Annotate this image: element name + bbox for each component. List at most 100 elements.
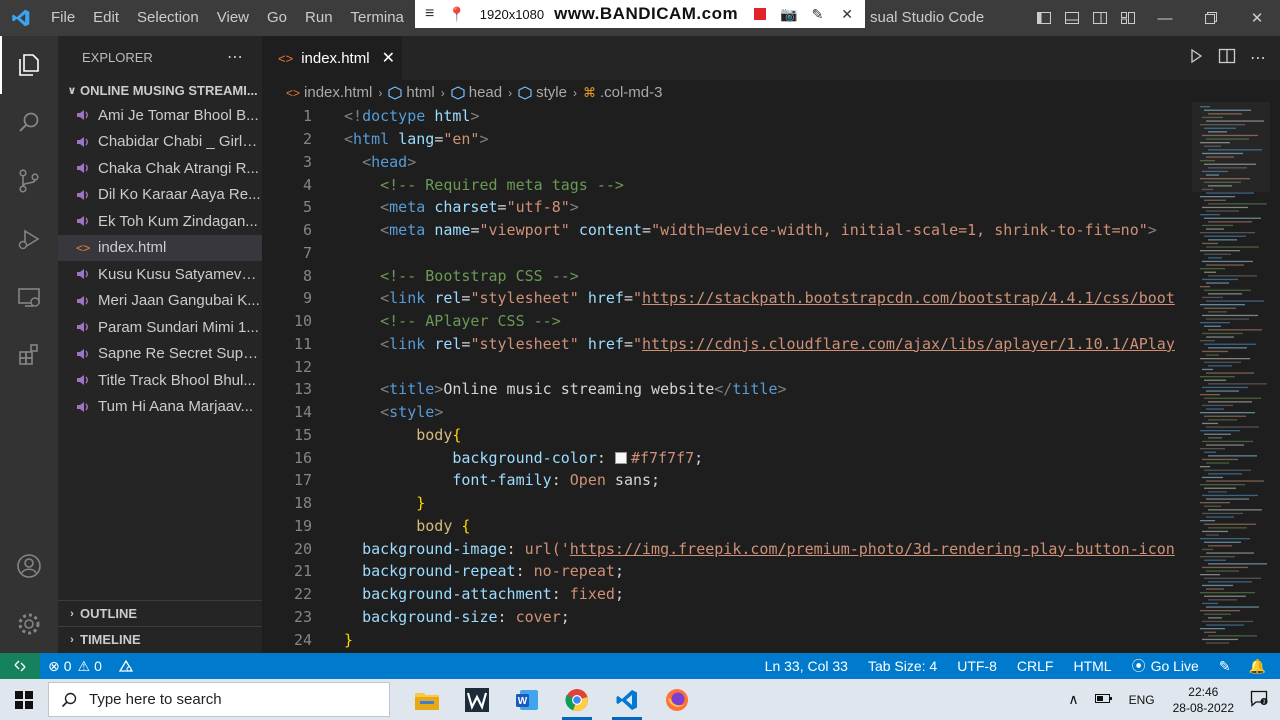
battery-icon[interactable] [1087, 692, 1121, 707]
code-line[interactable]: 16 background-color: #f7f7f7; [262, 446, 1192, 469]
minimap-viewport[interactable] [1192, 102, 1270, 192]
breadcrumb-head[interactable]: head [469, 84, 502, 101]
problems-indicator[interactable]: ⊗ 0 ⚠ 0 [40, 658, 110, 675]
chrome-icon[interactable] [552, 679, 602, 720]
search-icon[interactable] [0, 94, 58, 152]
code-line[interactable]: 13 <title>Online music streaming website… [262, 378, 1192, 401]
code-line[interactable]: 24} [262, 628, 1192, 651]
remote-explorer-icon[interactable] [0, 268, 58, 326]
file-item[interactable]: <> index.html [58, 234, 262, 261]
outline-section[interactable]: › OUTLINE [58, 600, 262, 626]
clock[interactable]: 22:46 28-08-2022 [1163, 684, 1244, 716]
file-item[interactable]: Meri Jaan Gangubai K... [58, 288, 262, 315]
breadcrumb-selector[interactable]: .col-md-3 [600, 84, 663, 101]
customize-layout-icon[interactable] [1114, 0, 1142, 36]
file-item[interactable]: Title Track Bhool Bhul... [58, 367, 262, 394]
breadcrumb-html[interactable]: html [406, 84, 434, 101]
code-line[interactable]: 19 body { [262, 515, 1192, 538]
code-line[interactable]: 8 <!-- Bootstrap CSS --> [262, 264, 1192, 287]
code-line[interactable]: 11 <link rel="stylesheet" href="https://… [262, 333, 1192, 356]
menu-lines-icon[interactable]: ≡ [425, 5, 434, 23]
file-explorer-icon[interactable] [402, 679, 452, 720]
explorer-icon[interactable] [0, 36, 58, 94]
code-line[interactable]: 21 background-repeat: no-repeat; [262, 560, 1192, 583]
toggle-primary-sidebar-icon[interactable] [1030, 0, 1058, 36]
menu-run[interactable]: Run [296, 0, 342, 36]
code-line[interactable]: 4 <!-- Required meta tags --> [262, 173, 1192, 196]
word-icon[interactable]: W [502, 679, 552, 720]
file-item[interactable]: Param Sundari Mimi 1... [58, 314, 262, 341]
notifications-bell-icon[interactable]: 🔔 [1241, 658, 1274, 675]
end-of-line[interactable]: CRLF [1007, 658, 1064, 674]
menu-go[interactable]: Go [258, 0, 296, 36]
file-item[interactable]: Tum Hi Aana Marjaav... [58, 394, 262, 421]
toggle-panel-icon[interactable] [1058, 0, 1086, 36]
go-live-button[interactable]: ⦿ Go Live [1122, 656, 1209, 676]
code-line[interactable]: 9 <link rel="stylesheet" href="https://s… [262, 287, 1192, 310]
minimize-button[interactable]: ― [1142, 0, 1188, 36]
code-line[interactable]: 23 background-size: cover; [262, 606, 1192, 629]
code-line[interactable]: 17 font-family: Open sans; [262, 469, 1192, 492]
workspace-folder[interactable]: ∨ ONLINE MUSING STREAMI... [58, 78, 262, 102]
code-editor[interactable]: 1 <!doctype html> 2 <html lang="en"> 3 <head… [262, 105, 1192, 653]
file-item[interactable]: Chabidar Chabi _ Girlz... [58, 129, 262, 156]
feedback-icon[interactable]: ✎ [1209, 658, 1241, 675]
run-debug-icon[interactable] [0, 210, 58, 268]
accounts-icon[interactable] [0, 537, 58, 595]
code-line[interactable]: 12 [262, 355, 1192, 378]
close-tab-icon[interactable]: ✕ [382, 48, 395, 68]
code-line[interactable]: 6 <meta name="viewport" content="width=d… [262, 219, 1192, 242]
code-line[interactable]: 14 <style> [262, 401, 1192, 424]
camera-icon[interactable]: 📷 [780, 6, 797, 23]
taskbar-search-box[interactable]: Type here to search [48, 682, 390, 717]
file-item[interactable]: Kusu Kusu Satyameva... [58, 261, 262, 288]
code-line[interactable]: 1 <!doctype html> [262, 105, 1192, 128]
close-window-button[interactable]: ✕ [1234, 0, 1280, 36]
menu-selection[interactable]: Selection [128, 0, 208, 36]
settings-gear-icon[interactable] [0, 595, 58, 653]
menu-view[interactable]: View [208, 0, 258, 36]
close-overlay-icon[interactable]: ✕ [841, 6, 853, 23]
pin-icon[interactable]: 📍 [448, 6, 465, 23]
source-control-icon[interactable] [0, 152, 58, 210]
file-item[interactable]: Ek Toh Kum Zindagan... [58, 208, 262, 235]
code-line[interactable]: 7 [262, 242, 1192, 265]
timeline-section[interactable]: › TIMELINE [58, 626, 262, 652]
split-editor-icon[interactable] [1218, 48, 1236, 69]
code-line[interactable]: 15 body{ [262, 424, 1192, 447]
code-line[interactable]: 2 <html lang="en"> [262, 128, 1192, 151]
more-actions-icon[interactable]: ⋯ [1250, 48, 1266, 68]
file-item[interactable]: Ami Je Tomar Bhool B... [58, 102, 262, 129]
color-swatch[interactable] [614, 451, 627, 464]
more-actions-icon[interactable]: ⋯ [227, 47, 244, 67]
vscode-taskbar-icon[interactable] [602, 679, 652, 720]
record-stop-icon[interactable] [754, 8, 767, 20]
remote-indicator-icon[interactable] [0, 653, 40, 679]
tab-size[interactable]: Tab Size: 4 [858, 658, 947, 674]
file-item[interactable]: Dil Ko Karaar Aaya Re... [58, 182, 262, 209]
toggle-secondary-sidebar-icon[interactable] [1086, 0, 1114, 36]
menu-terminal[interactable]: Termina [342, 0, 413, 36]
file-item[interactable]: Chaka Chak Atrangi R... [58, 155, 262, 182]
code-line[interactable]: 22 background-attachment: fixed; [262, 583, 1192, 606]
notification-center-icon[interactable]: 3 [1244, 689, 1280, 710]
chevron-up-icon[interactable]: ∧ [1060, 691, 1086, 708]
menu-file[interactable]: File [42, 0, 84, 36]
firefox-icon[interactable] [652, 679, 702, 720]
code-line[interactable]: 18 } [262, 492, 1192, 515]
minimap[interactable] [1192, 102, 1270, 653]
encoding[interactable]: UTF-8 [947, 658, 1007, 674]
file-item[interactable]: Sapne Re Secret Supe... [58, 341, 262, 368]
bandicam-app-icon[interactable] [452, 679, 502, 720]
code-line[interactable]: 3 <head> [262, 151, 1192, 174]
live-share-icon[interactable] [110, 659, 142, 673]
cursor-position[interactable]: Ln 33, Col 33 [755, 658, 858, 674]
breadcrumb-style[interactable]: style [536, 84, 567, 101]
restore-button[interactable] [1188, 0, 1234, 36]
code-line[interactable]: 5 <meta charset="utf-8"> [262, 196, 1192, 219]
run-icon[interactable] [1188, 48, 1204, 69]
pencil-icon[interactable]: ✎ [812, 6, 824, 23]
tab-index-html[interactable]: <> index.html ✕ [262, 36, 402, 80]
language-mode[interactable]: HTML [1063, 658, 1121, 674]
breadcrumb-file[interactable]: index.html [304, 84, 372, 101]
